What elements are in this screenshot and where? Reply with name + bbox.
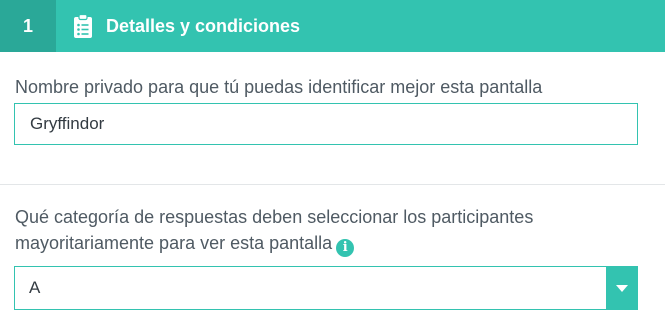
- info-icon[interactable]: i: [336, 239, 355, 257]
- step-number: 1: [0, 0, 56, 52]
- category-field-label: Qué categoría de respuestas deben selecc…: [15, 204, 645, 257]
- caret-down-icon[interactable]: [606, 267, 637, 309]
- clipboard-list-icon: [72, 13, 94, 39]
- category-select-value: A: [29, 278, 41, 297]
- category-select[interactable]: A: [14, 266, 638, 310]
- divider: [0, 184, 665, 185]
- category-field-label-text: Qué categoría de respuestas deben selecc…: [15, 207, 534, 253]
- name-field-label: Nombre privado para que tú puedas identi…: [15, 77, 543, 97]
- screen-name-input[interactable]: [14, 103, 638, 145]
- section-title: Detalles y condiciones: [106, 15, 301, 36]
- section-header[interactable]: 1 Detalles y condiciones: [0, 0, 665, 52]
